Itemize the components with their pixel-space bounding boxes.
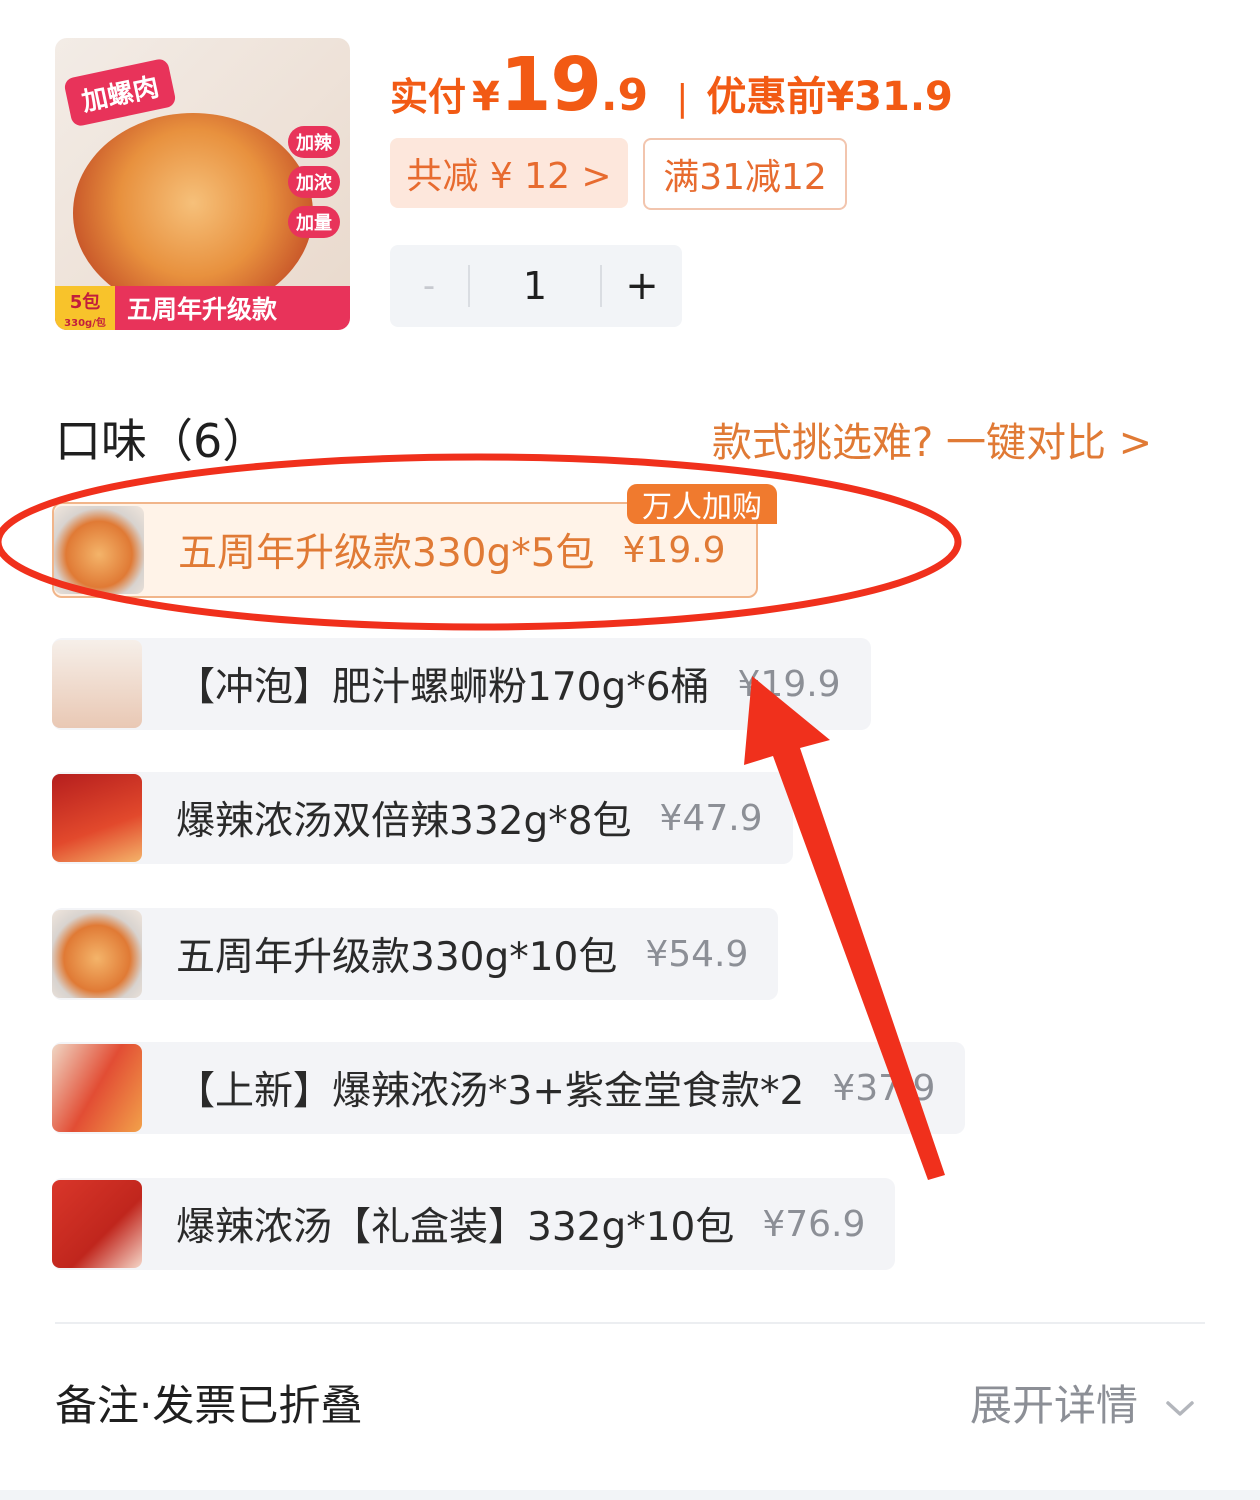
quantity-stepper: - 1 +: [390, 245, 682, 327]
price-summary: 实付 ¥ 19 .9 | 优惠前¥31.9: [390, 42, 953, 128]
image-side-tag: 加浓: [288, 166, 340, 198]
image-bottom-text: 五周年升级款: [127, 295, 278, 324]
flavor-option[interactable]: 五周年升级款330g*10包 ¥54.9: [52, 908, 779, 1000]
flavor-section-title: 口味（6）: [55, 414, 269, 468]
product-image[interactable]: 加螺肉 加辣 加浓 加量 5包 330g/包 五周年升级款: [55, 38, 350, 330]
expand-details-label: 展开详情: [970, 1381, 1139, 1430]
option-name: 爆辣浓汤【礼盒装】332g*10包: [176, 1205, 735, 1250]
flavor-option[interactable]: 【冲泡】肥汁螺蛳粉170g*6桶 ¥19.9: [52, 638, 871, 730]
option-price: ¥54.9: [645, 933, 749, 975]
image-bottom-band: 5包 330g/包 五周年升级款: [55, 286, 350, 330]
original-price: 优惠前¥31.9: [706, 74, 953, 120]
option-thumbnail: [52, 1180, 142, 1268]
flavor-option[interactable]: 爆辣浓汤双倍辣332g*8包 ¥47.9: [52, 772, 793, 864]
option-name: 五周年升级款330g*5包: [178, 531, 595, 576]
currency-symbol: ¥: [472, 74, 500, 120]
quantity-input[interactable]: 1: [470, 245, 600, 327]
option-price: ¥19.9: [622, 529, 726, 571]
chevron-down-icon: [1166, 1400, 1195, 1416]
paid-label: 实付: [390, 75, 467, 119]
option-thumbnail: [52, 774, 142, 862]
noodle-bowl-graphic: [73, 113, 313, 313]
option-thumbnail: [52, 910, 142, 998]
price-separator: |: [676, 78, 689, 119]
discount-detail-chip[interactable]: 共减 ¥ 12 >: [390, 138, 628, 208]
image-side-tag: 加辣: [288, 126, 340, 158]
option-name: 【冲泡】肥汁螺蛳粉170g*6桶: [176, 665, 710, 710]
paid-price-integer: 19: [499, 42, 602, 128]
option-price: ¥37.9: [832, 1067, 936, 1109]
bottom-bar: [0, 1490, 1260, 1500]
hot-sale-badge: 万人加购: [627, 484, 777, 525]
option-price: ¥47.9: [659, 797, 763, 839]
option-thumbnail: [54, 506, 144, 594]
coupon-chip: 满31减12: [643, 138, 847, 210]
paid-price-decimal: .9: [600, 70, 649, 121]
option-price: ¥19.9: [737, 663, 841, 705]
expand-details-button[interactable]: 展开详情: [970, 1372, 1197, 1433]
image-pack-label: 5包 330g/包: [55, 286, 115, 330]
option-thumbnail: [52, 640, 142, 728]
option-name: 爆辣浓汤双倍辣332g*8包: [176, 799, 632, 844]
section-divider: [55, 1322, 1205, 1324]
compare-link[interactable]: 款式挑选难? 一键对比 >: [712, 410, 1152, 468]
option-name: 【上新】爆辣浓汤*3+紫金堂食款*2: [176, 1069, 805, 1114]
decrease-button[interactable]: -: [390, 245, 468, 327]
flavor-option[interactable]: 爆辣浓汤【礼盒装】332g*10包 ¥76.9: [52, 1178, 896, 1270]
option-price: ¥76.9: [762, 1203, 866, 1245]
flavor-option[interactable]: 【上新】爆辣浓汤*3+紫金堂食款*2 ¥37.9: [52, 1042, 966, 1134]
option-thumbnail: [52, 1044, 142, 1132]
option-name: 五周年升级款330g*10包: [176, 935, 618, 980]
image-side-tag: 加量: [288, 206, 340, 238]
remarks-invoice-label[interactable]: 备注·发票已折叠: [55, 1372, 362, 1433]
increase-button[interactable]: +: [602, 245, 682, 327]
